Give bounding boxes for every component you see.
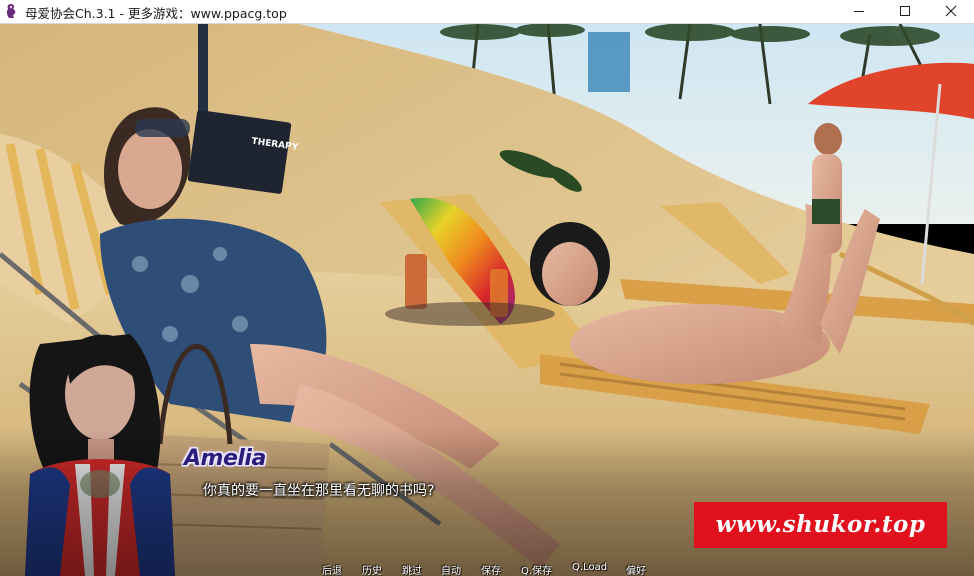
close-button[interactable] <box>928 0 974 23</box>
watermark-badge: www.shukor.top <box>694 502 947 548</box>
quick-menu-history[interactable]: 历史 <box>362 562 382 576</box>
close-icon <box>945 5 957 17</box>
game-viewport[interactable]: THERAPY Amelia 你真的要一直坐在那里看无聊的书吗? www.shu… <box>0 24 974 576</box>
quick-menu-quick-load[interactable]: Q.Load <box>572 562 607 573</box>
quick-menu: 后退 历史 跳过 自动 保存 Q.保存 Q.Load 偏好 <box>0 562 974 576</box>
maximize-icon <box>900 6 910 16</box>
app-icon <box>6 4 16 18</box>
speaker-name: Amelia <box>184 446 266 471</box>
quick-menu-quick-save[interactable]: Q.保存 <box>521 562 552 576</box>
maximize-button[interactable] <box>882 0 928 23</box>
dialogue-text: 你真的要一直坐在那里看无聊的书吗? <box>203 483 435 499</box>
window-title: 母爱协会Ch.3.1 - 更多游戏：www.ppacg.top <box>25 6 287 21</box>
quick-menu-preferences[interactable]: 偏好 <box>626 562 646 576</box>
window-title-bar: 母爱协会Ch.3.1 - 更多游戏：www.ppacg.top <box>0 0 974 24</box>
minimize-button[interactable] <box>836 0 882 23</box>
quick-menu-skip[interactable]: 跳过 <box>402 562 422 576</box>
quick-menu-save[interactable]: 保存 <box>481 562 501 576</box>
minimize-icon <box>854 11 864 12</box>
quick-menu-auto[interactable]: 自动 <box>441 562 461 576</box>
quick-menu-back[interactable]: 后退 <box>322 562 342 576</box>
